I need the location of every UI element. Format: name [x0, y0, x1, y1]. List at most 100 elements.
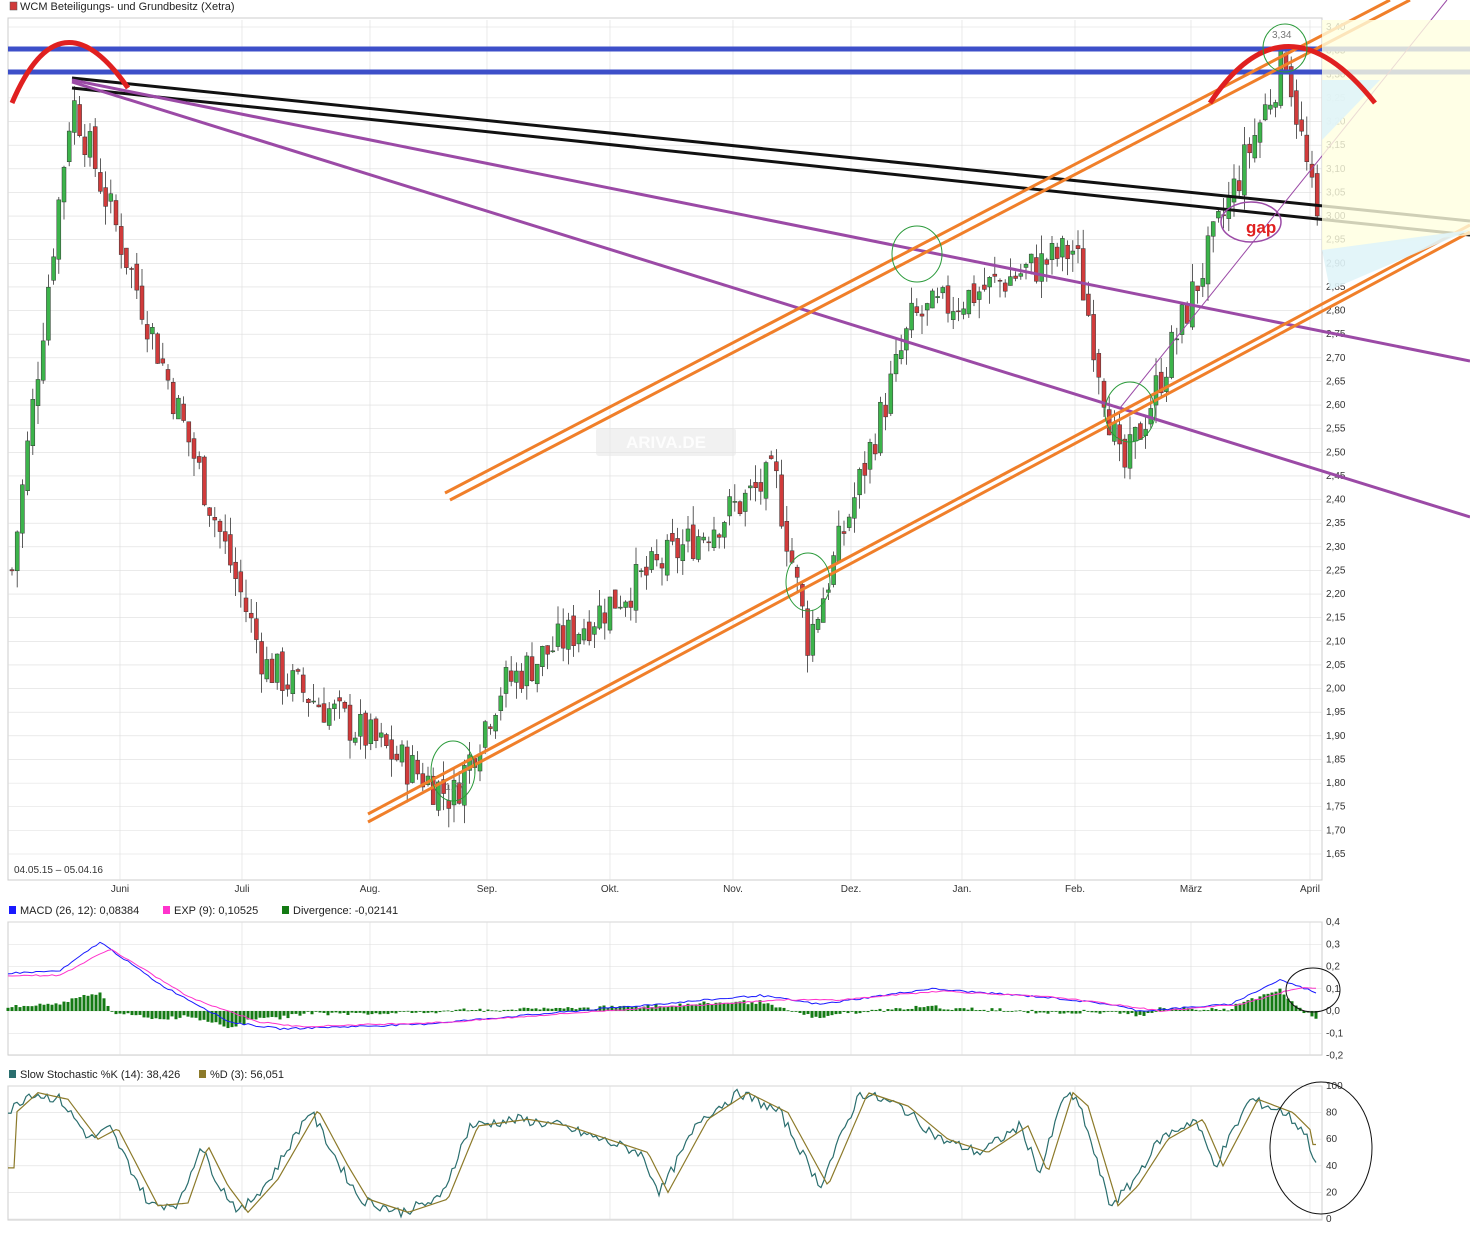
candle-body	[259, 641, 264, 675]
macd-divergence-bar	[374, 1011, 378, 1014]
candle-body	[784, 521, 790, 552]
candle-body	[1184, 303, 1190, 324]
macd-divergence-bar	[1126, 1011, 1130, 1015]
macd-divergence-bar	[378, 1011, 382, 1015]
macd-divergence-bar	[78, 997, 82, 1011]
macd-divergence-bar	[414, 1011, 418, 1013]
macd-divergence-bar	[494, 1010, 498, 1012]
macd-divergence-bar	[342, 1011, 346, 1013]
price-x-tick-label: Okt.	[601, 884, 619, 895]
macd-divergence-bar	[762, 1003, 766, 1011]
macd-divergence-bar	[826, 1011, 830, 1016]
candle-body	[888, 373, 894, 414]
candle-body	[202, 456, 207, 506]
watermark: ARIVA.DE	[596, 428, 736, 456]
candle-body	[1028, 253, 1034, 264]
macd-divergence-bar	[170, 1011, 174, 1017]
macd-divergence-bar	[1218, 1010, 1222, 1011]
macd-divergence-bar	[410, 1011, 414, 1013]
candle-body	[124, 247, 129, 268]
candle-body	[1008, 276, 1013, 286]
candle-body	[191, 438, 197, 459]
candle-body	[493, 714, 498, 732]
macd-divergence-bar	[798, 1011, 802, 1013]
macd-divergence-bar	[1050, 1011, 1054, 1012]
candle-body	[852, 497, 857, 519]
macd-divergence-bar	[662, 1007, 666, 1011]
macd-divergence-bar	[230, 1011, 234, 1028]
candle-body	[165, 369, 171, 381]
price-x-tick-label: Dez.	[841, 884, 862, 895]
macd-divergence-bar	[926, 1006, 930, 1011]
macd-divergence-bar	[690, 1005, 694, 1011]
macd-divergence-bar	[970, 1007, 974, 1011]
macd-divergence-bar	[350, 1011, 354, 1013]
candle-body	[987, 277, 992, 288]
macd-divergence-bar	[466, 1010, 470, 1012]
macd-divergence-bar	[542, 1007, 546, 1011]
candle-body	[394, 753, 400, 761]
candle-body	[77, 104, 82, 136]
candle-body	[628, 600, 634, 608]
candle-body	[243, 597, 249, 612]
candle-body	[560, 625, 566, 649]
candle-body	[181, 403, 186, 421]
macd-divergence-bar	[38, 1003, 42, 1011]
macd-divergence-bar	[538, 1009, 542, 1011]
macd-divergence-bar	[878, 1008, 882, 1011]
candle-body	[898, 350, 904, 360]
price-y-tick-label: 2,20	[1326, 589, 1346, 600]
macd-divergence-bar	[62, 1001, 66, 1011]
candle-body	[867, 441, 873, 470]
price-y-tick-label: 1,90	[1326, 731, 1346, 742]
candle-body	[576, 634, 582, 645]
candle-body	[534, 663, 540, 685]
price-y-tick-label: 2,00	[1326, 684, 1346, 695]
macd-divergence-bar	[1078, 1011, 1082, 1014]
macd-divergence-bar	[842, 1011, 846, 1012]
macd-divergence-bar	[1178, 1009, 1182, 1011]
candle-body	[774, 461, 779, 472]
macd-divergence-bar	[310, 1011, 314, 1015]
price-y-tick-label: 2,70	[1326, 353, 1346, 364]
macd-divergence-bar	[1130, 1011, 1134, 1013]
candle-body	[514, 670, 519, 683]
candle-body	[300, 674, 306, 693]
candle-body	[727, 496, 732, 517]
orange-channel	[367, 0, 1470, 824]
candle-body	[524, 655, 530, 687]
macd-y-tick-label: 0,1	[1326, 984, 1340, 995]
macd-divergence-bar	[890, 1009, 894, 1011]
candle-body	[878, 401, 883, 454]
candle-body	[1252, 135, 1258, 159]
candle-body	[384, 734, 389, 746]
candle-body	[264, 659, 270, 680]
candle-body	[30, 399, 36, 446]
candle-body	[404, 746, 410, 785]
macd-divergence-bar	[294, 1011, 298, 1014]
candle-body	[1231, 178, 1237, 203]
candle-body	[831, 555, 836, 585]
macd-divergence-bar	[358, 1011, 362, 1013]
price-y-tick-label: 2,55	[1326, 424, 1346, 435]
price-x-tick-label: Jan.	[953, 884, 972, 895]
candle-body	[1304, 134, 1310, 162]
candle-body	[1075, 245, 1081, 249]
macd-divergence-bar	[794, 1011, 798, 1012]
candle-body	[529, 656, 535, 681]
candle-body	[46, 286, 51, 341]
macd-divergence-bar	[958, 1008, 962, 1011]
candle-body	[654, 554, 660, 561]
candle-body	[924, 303, 930, 311]
candle-body	[935, 296, 940, 298]
candle-body	[1242, 144, 1247, 196]
candle-body	[207, 507, 212, 516]
macd-divergence-bar	[502, 1009, 506, 1011]
macd-divergence-bar	[894, 1008, 898, 1011]
macd-divergence-bar	[910, 1008, 914, 1011]
candle-body	[919, 313, 925, 317]
stock-chart: WCM Beteiligungs- und Grundbesitz (Xetra…	[6, 0, 1470, 1225]
macd-divergence-bar	[858, 1011, 862, 1014]
macd-divergence-bar	[1138, 1011, 1142, 1015]
candle-body	[940, 287, 946, 294]
